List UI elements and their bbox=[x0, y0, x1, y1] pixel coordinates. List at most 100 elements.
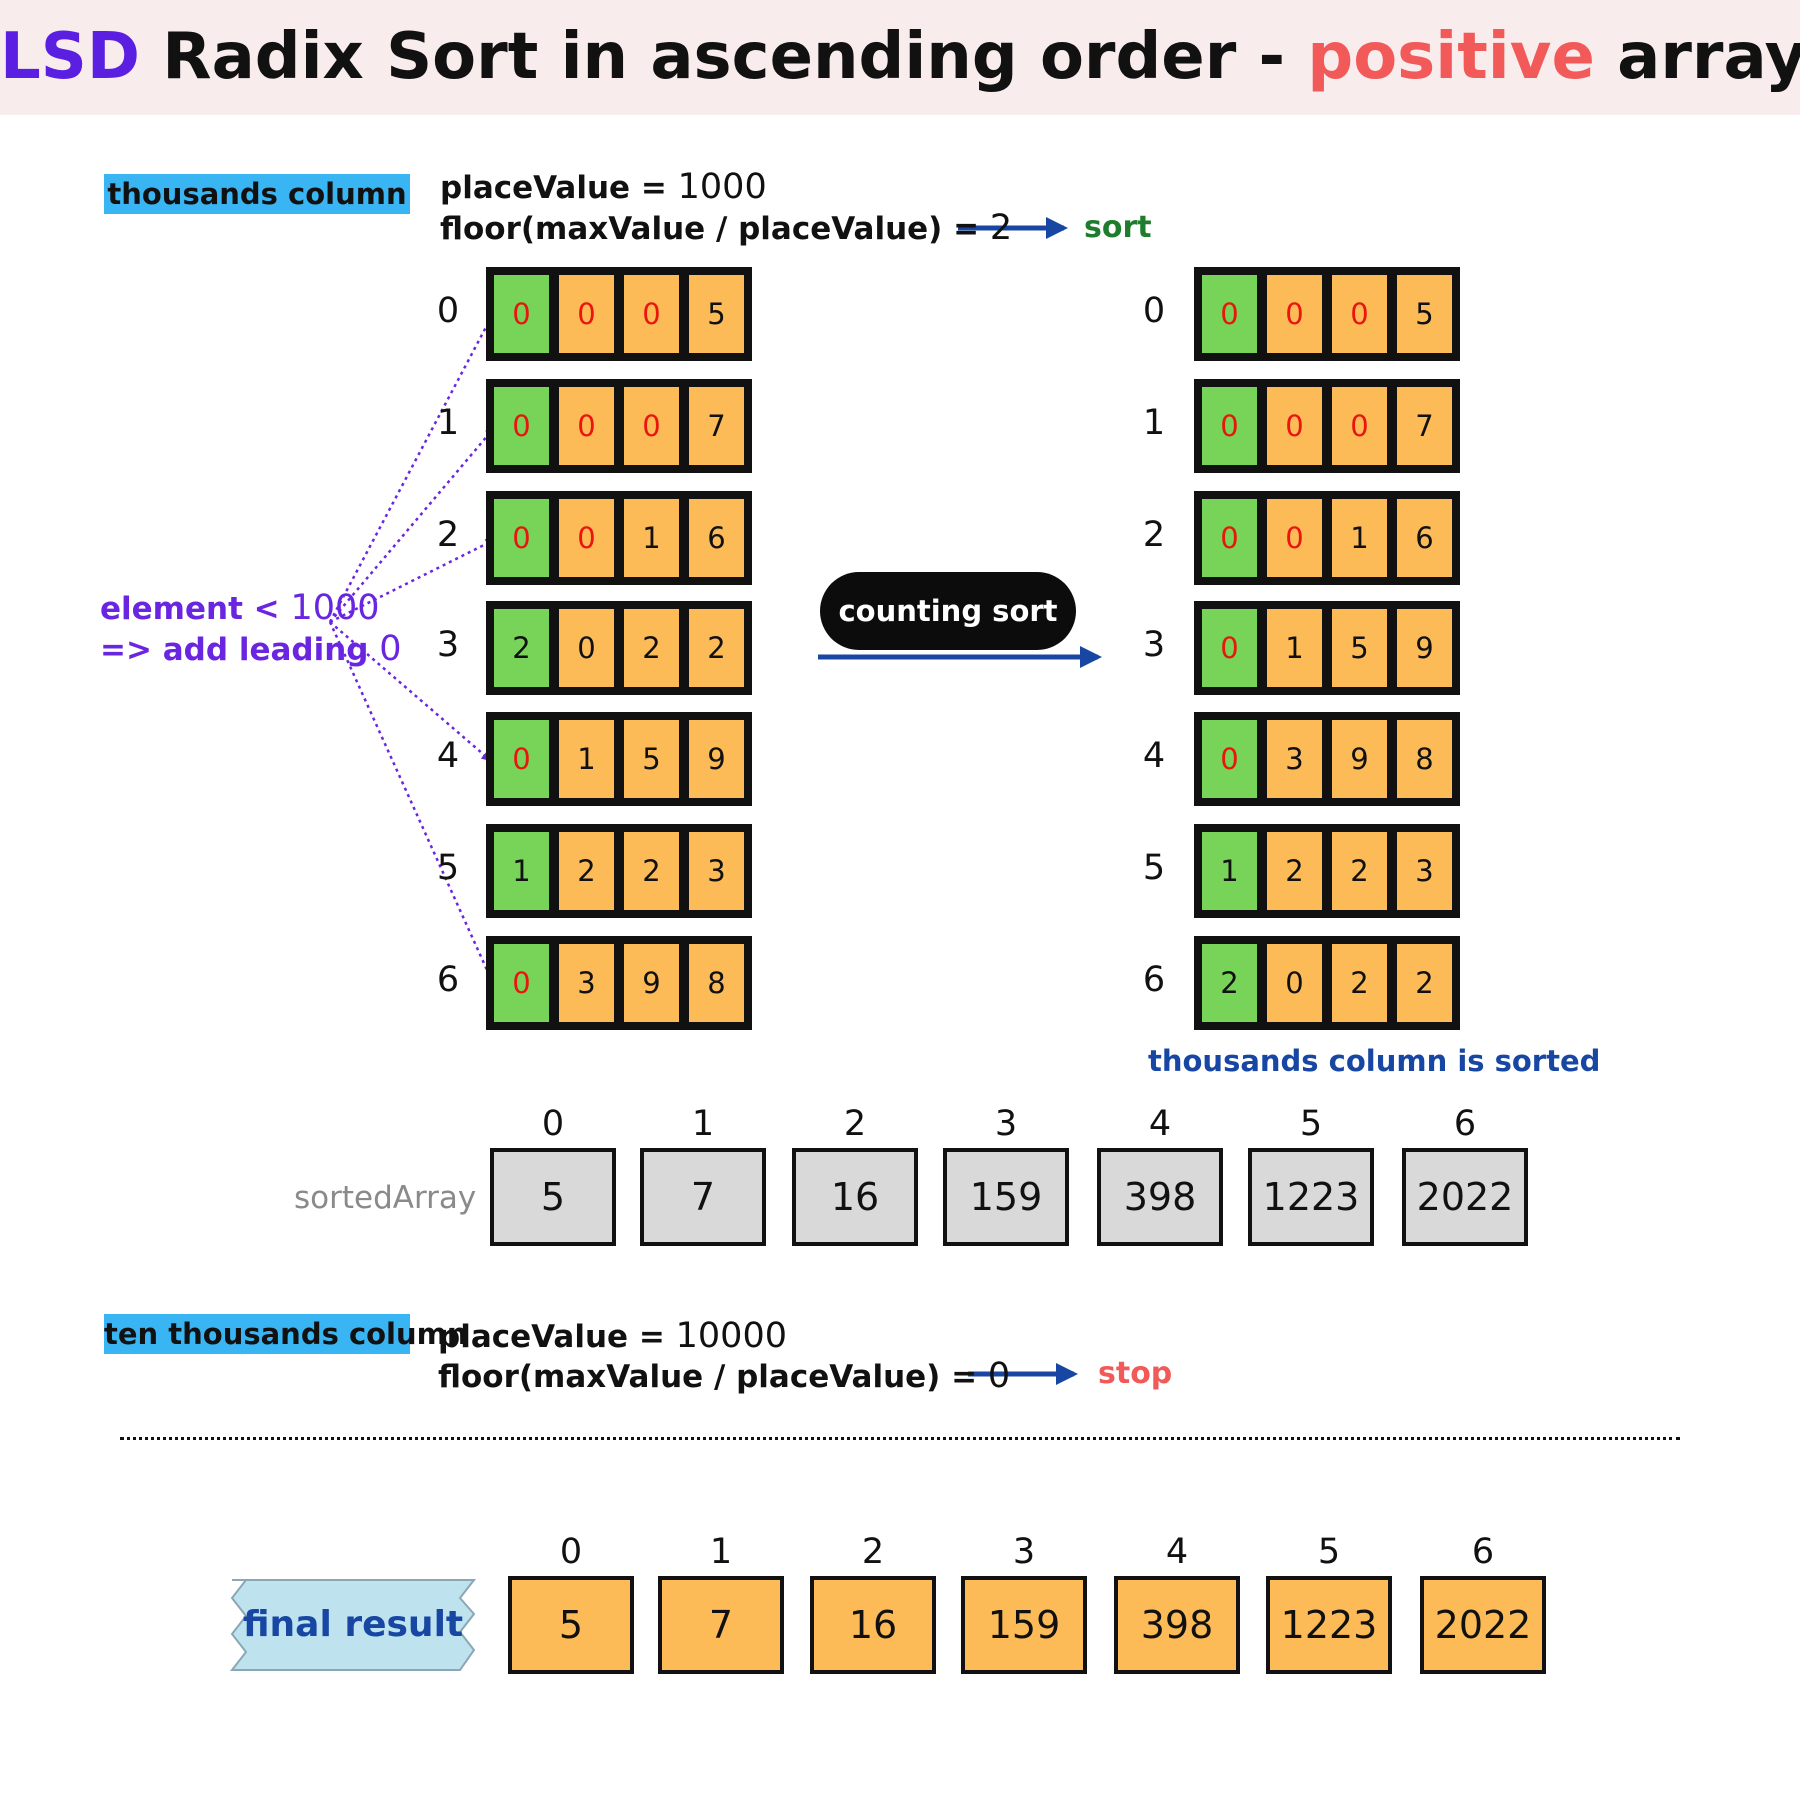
before-row-index: 1 bbox=[436, 403, 460, 443]
digit-cell: 2 bbox=[1199, 941, 1260, 1025]
ten-thousands-place-value: placeValue = 10000 bbox=[438, 1316, 787, 1356]
floor-label: floor(maxValue / placeValue) = bbox=[440, 211, 990, 247]
final-result-label: final result bbox=[242, 1604, 464, 1645]
digit-cell: 9 bbox=[1394, 606, 1455, 690]
before-row: 0016 bbox=[486, 491, 752, 585]
final-array-element: 159 bbox=[961, 1576, 1087, 1674]
connector-svg bbox=[229, 217, 1102, 1671]
sorted-array-element: 398 bbox=[1097, 1148, 1223, 1246]
digit-cell: 6 bbox=[686, 496, 747, 580]
before-row: 0398 bbox=[486, 936, 752, 1030]
digit-cell: 0 bbox=[491, 941, 552, 1025]
before-row-index: 6 bbox=[436, 960, 460, 1000]
digit-cell: 0 bbox=[556, 606, 617, 690]
digit-cell: 8 bbox=[686, 941, 747, 1025]
digit-cell: 0 bbox=[1329, 384, 1390, 468]
digit-cell: 2 bbox=[621, 606, 682, 690]
before-row: 0007 bbox=[486, 379, 752, 473]
after-row: 0159 bbox=[1194, 601, 1460, 695]
final-array-index: 5 bbox=[1317, 1532, 1341, 1572]
digit-cell: 0 bbox=[1264, 384, 1325, 468]
digit-cell: 0 bbox=[491, 384, 552, 468]
digit-cell: 1 bbox=[556, 717, 617, 801]
digit-cell: 2 bbox=[1329, 829, 1390, 913]
final-array-element: 16 bbox=[810, 1576, 936, 1674]
digit-cell: 3 bbox=[1264, 717, 1325, 801]
before-row: 1223 bbox=[486, 824, 752, 918]
digit-cell: 0 bbox=[491, 717, 552, 801]
final-array-element: 5 bbox=[508, 1576, 634, 1674]
digit-cell: 0 bbox=[1199, 606, 1260, 690]
annotation-line-2: => add leading 0 bbox=[100, 629, 402, 669]
final-array-element: 2022 bbox=[1420, 1576, 1546, 1674]
digit-cell: 2 bbox=[1394, 941, 1455, 1025]
before-row-index: 2 bbox=[436, 515, 460, 555]
before-row: 0005 bbox=[486, 267, 752, 361]
floor-result: 2 bbox=[989, 208, 1013, 248]
before-row-index: 5 bbox=[436, 848, 460, 888]
digit-cell: 0 bbox=[1199, 384, 1260, 468]
sorted-array-element: 2022 bbox=[1402, 1148, 1528, 1246]
digit-cell: 2 bbox=[556, 829, 617, 913]
sorted-array-index: 4 bbox=[1148, 1104, 1172, 1144]
digit-cell: 0 bbox=[621, 384, 682, 468]
digit-cell: 0 bbox=[556, 384, 617, 468]
thousands-column-tag: thousands column bbox=[104, 174, 410, 214]
section-divider bbox=[120, 1437, 1680, 1440]
ten-thousands-floor-expression: floor(maxValue / placeValue) = 0 bbox=[438, 1356, 1011, 1396]
sorted-array-label: sortedArray bbox=[294, 1180, 477, 1216]
digit-cell: 2 bbox=[686, 606, 747, 690]
digit-cell: 8 bbox=[1394, 717, 1455, 801]
after-row: 1223 bbox=[1194, 824, 1460, 918]
before-row: 0159 bbox=[486, 712, 752, 806]
after-row: 0007 bbox=[1194, 379, 1460, 473]
sort-label: sort bbox=[1084, 210, 1152, 245]
final-array-element: 1223 bbox=[1266, 1576, 1392, 1674]
sorted-array-index: 3 bbox=[994, 1104, 1018, 1144]
digit-cell: 5 bbox=[686, 272, 747, 356]
sorted-array-element: 1223 bbox=[1248, 1148, 1374, 1246]
digit-cell: 0 bbox=[491, 272, 552, 356]
final-array-index: 0 bbox=[559, 1532, 583, 1572]
annotation-leading-zero: element < 1000 => add leading 0 bbox=[100, 588, 402, 670]
thousands-floor-expression: floor(maxValue / placeValue) = 2 bbox=[440, 208, 1012, 249]
digit-cell: 7 bbox=[686, 384, 747, 468]
annotation-line-1: element < 1000 bbox=[100, 588, 380, 628]
sorted-array-index: 2 bbox=[843, 1104, 867, 1144]
digit-cell: 1 bbox=[1329, 496, 1390, 580]
final-array-index: 1 bbox=[709, 1532, 733, 1572]
before-row: 2022 bbox=[486, 601, 752, 695]
after-row-index: 5 bbox=[1142, 848, 1166, 888]
digit-cell: 5 bbox=[1394, 272, 1455, 356]
sorted-note: thousands column is sorted bbox=[1148, 1044, 1601, 1078]
sorted-array-element: 7 bbox=[640, 1148, 766, 1246]
sorted-array-index: 5 bbox=[1299, 1104, 1323, 1144]
sorted-array-index: 0 bbox=[541, 1104, 565, 1144]
digit-cell: 3 bbox=[1394, 829, 1455, 913]
pointer-arrow-row0 bbox=[328, 310, 496, 623]
digit-cell: 2 bbox=[621, 829, 682, 913]
final-array-index: 3 bbox=[1012, 1532, 1036, 1572]
thousands-place-value: placeValue = 1000 bbox=[440, 167, 767, 208]
after-row: 0005 bbox=[1194, 267, 1460, 361]
after-row: 0398 bbox=[1194, 712, 1460, 806]
digit-cell: 9 bbox=[1329, 717, 1390, 801]
pointer-arrow-row6 bbox=[328, 621, 498, 992]
digit-cell: 0 bbox=[1264, 941, 1325, 1025]
after-row-index: 3 bbox=[1142, 625, 1166, 665]
final-array-element: 398 bbox=[1114, 1576, 1240, 1674]
stop-label: stop bbox=[1098, 1356, 1173, 1391]
after-row-index: 1 bbox=[1142, 403, 1166, 443]
after-row-index: 2 bbox=[1142, 515, 1166, 555]
after-row-index: 0 bbox=[1142, 291, 1166, 331]
digit-cell: 0 bbox=[1199, 717, 1260, 801]
digit-cell: 9 bbox=[621, 941, 682, 1025]
digit-cell: 3 bbox=[686, 829, 747, 913]
sorted-array-element: 16 bbox=[792, 1148, 918, 1246]
ten-thousands-column-tag: ten thousands column bbox=[104, 1314, 468, 1354]
digit-cell: 7 bbox=[1394, 384, 1455, 468]
digit-cell: 0 bbox=[621, 272, 682, 356]
final-array-element: 7 bbox=[658, 1576, 784, 1674]
digit-cell: 0 bbox=[1199, 496, 1260, 580]
after-row: 0016 bbox=[1194, 491, 1460, 585]
